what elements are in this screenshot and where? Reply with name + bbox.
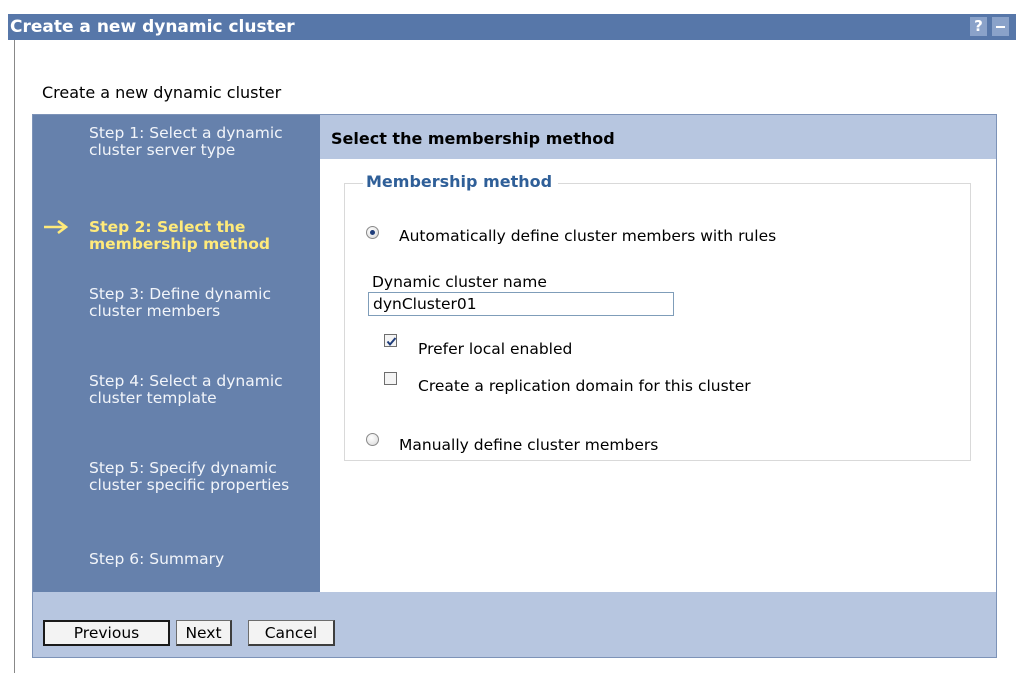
wizard-step-1: Step 1: Select a dynamic cluster server …	[89, 124, 283, 159]
prefer-local-checkbox[interactable]	[384, 334, 397, 347]
auto-define-radio[interactable]	[366, 226, 379, 239]
help-icon-label: ?	[974, 17, 983, 35]
wizard-step-5: Step 5: Specify dynamic cluster specific…	[89, 459, 290, 494]
radio-selected-dot	[370, 230, 375, 235]
wizard-step-6: Step 6: Summary	[89, 550, 225, 568]
content-header-title: Select the membership method	[331, 129, 615, 148]
page: Create a new dynamic cluster ? Create a …	[0, 0, 1018, 673]
content-header: Select the membership method	[320, 115, 996, 159]
arrow-right-icon	[44, 219, 69, 235]
auto-define-label: Automatically define cluster members wit…	[399, 227, 777, 245]
cancel-button[interactable]: Cancel	[248, 620, 335, 646]
cluster-name-label: Dynamic cluster name	[372, 273, 547, 291]
wizard-steps-panel: Step 1: Select a dynamic cluster server …	[33, 115, 320, 592]
portlet-title: Create a new dynamic cluster	[10, 17, 295, 37]
cluster-name-input[interactable]	[368, 292, 674, 316]
portlet-title-bar: Create a new dynamic cluster ?	[8, 14, 1016, 40]
next-button[interactable]: Next	[176, 620, 232, 646]
manual-define-label: Manually define cluster members	[399, 436, 659, 454]
prefer-local-label: Prefer local enabled	[418, 340, 573, 358]
help-icon[interactable]: ?	[970, 17, 987, 36]
wizard-step-2: Step 2: Select the membership method	[89, 218, 270, 253]
page-heading: Create a new dynamic cluster	[42, 83, 282, 102]
wizard-step-3: Step 3: Define dynamic cluster members	[89, 285, 272, 320]
wizard-step-4: Step 4: Select a dynamic cluster templat…	[89, 372, 283, 407]
checkmark-icon	[386, 337, 397, 347]
wizard-footer: Previous Next Cancel	[33, 592, 996, 657]
portlet-border	[14, 40, 15, 673]
previous-button[interactable]: Previous	[43, 620, 170, 646]
minimize-icon[interactable]	[992, 17, 1009, 36]
replication-domain-label: Create a replication domain for this clu…	[418, 377, 751, 395]
replication-domain-checkbox[interactable]	[384, 372, 397, 385]
manual-define-radio[interactable]	[366, 433, 379, 446]
membership-method-fieldset: Membership method	[344, 172, 971, 461]
membership-method-legend: Membership method	[363, 172, 559, 191]
